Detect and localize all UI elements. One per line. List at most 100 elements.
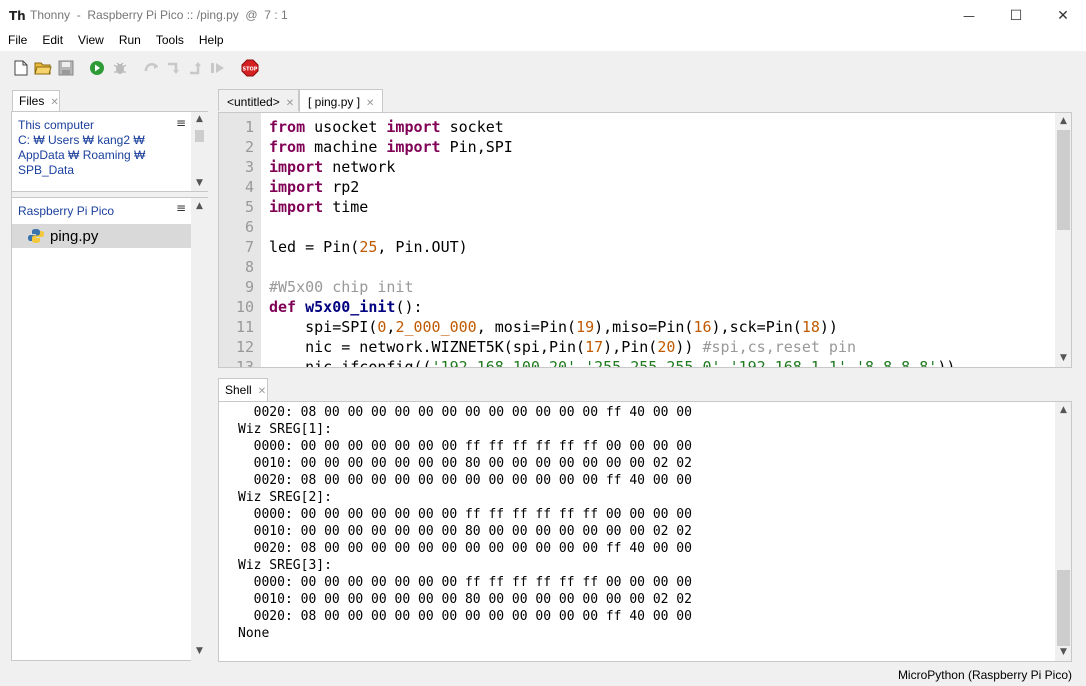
scroll-down-icon[interactable]: ▼ — [191, 178, 208, 188]
code-line[interactable]: def w5x00_init(): — [269, 298, 423, 316]
path-segment[interactable]: AppData ₩ Roaming ₩ — [18, 148, 145, 162]
code-token: led = Pin( — [269, 238, 360, 256]
close-icon[interactable]: ✕ — [50, 97, 58, 108]
code-token: ),sck=Pin( — [711, 318, 802, 336]
code-line[interactable]: import rp2 — [269, 178, 359, 196]
shell-line: 0020: 08 00 00 00 00 00 00 00 00 00 00 0… — [238, 541, 692, 556]
shell-line: Wiz SREG[1]: — [238, 422, 332, 437]
shell-line: 0010: 00 00 00 00 00 00 00 80 00 00 00 0… — [238, 524, 692, 539]
maximize-button[interactable]: ☐ — [993, 0, 1039, 31]
tab-untitled[interactable]: <untitled> ✕ — [218, 89, 299, 111]
tab-label: [ ping.py ] — [308, 95, 361, 109]
code-line[interactable]: from machine import Pin,SPI — [269, 138, 513, 156]
minimize-button[interactable]: — — [946, 0, 992, 31]
menu-edit[interactable]: Edit — [34, 31, 70, 51]
menu-help[interactable]: Help — [191, 31, 231, 51]
menu-file[interactable]: File — [0, 31, 34, 51]
code-token: import — [269, 158, 324, 176]
code-token: 19 — [576, 318, 595, 336]
file-row-ping[interactable]: ping.py — [12, 224, 191, 248]
code-line[interactable]: nic.ifconfig(('192.168.100.20','255.255.… — [269, 358, 956, 368]
stop-icon[interactable]: STOP — [241, 59, 259, 77]
shell-line: 0020: 08 00 00 00 00 00 00 00 00 00 00 0… — [238, 609, 692, 624]
window-title: Thonny - Raspberry Pi Pico :: /ping.py @… — [30, 8, 288, 22]
device-scrollbar[interactable]: ▲ ▼ — [191, 198, 208, 661]
computer-scrollbar[interactable]: ▲ ▼ — [191, 112, 208, 191]
code-token: from — [269, 118, 306, 136]
code-token: , — [847, 358, 857, 368]
code-token: from — [269, 138, 306, 156]
scroll-down-icon[interactable]: ▼ — [191, 646, 208, 656]
menu-tools[interactable]: Tools — [148, 31, 191, 51]
code-token: import — [386, 118, 441, 136]
step-out-icon[interactable] — [187, 59, 205, 77]
code-editor[interactable]: 1 2 3 4 5 6 7 8 9 10 11 12 13 from usocket import so… — [218, 112, 1072, 368]
this-computer-section: This computer ≡ C: ₩ Users ₩ kang2 ₩ App… — [12, 112, 190, 183]
code-line[interactable]: led = Pin(25, Pin.OUT) — [269, 238, 468, 256]
code-line[interactable]: nic = network.WIZNET5K(spi,Pin(17),Pin(2… — [269, 338, 856, 356]
close-button[interactable]: ✕ — [1040, 0, 1086, 31]
step-into-icon[interactable] — [165, 59, 183, 77]
pane-divider[interactable] — [12, 191, 208, 198]
step-over-icon[interactable] — [143, 59, 161, 77]
shell-scrollbar[interactable]: ▲ ▼ — [1055, 402, 1071, 661]
this-computer-title[interactable]: This computer — [18, 118, 94, 132]
scrollbar-thumb[interactable] — [1057, 570, 1070, 646]
menu-view[interactable]: View — [70, 31, 111, 51]
toolbar: STOP — [0, 52, 1086, 84]
scrollbar-thumb[interactable] — [1057, 130, 1070, 230]
code-token: socket — [440, 118, 504, 136]
svg-text:STOP: STOP — [243, 67, 258, 73]
tab-shell[interactable]: Shell ✕ — [218, 378, 268, 401]
tab-ping-py[interactable]: [ ping.py ] ✕ — [299, 89, 383, 112]
scroll-up-icon[interactable]: ▲ — [1055, 116, 1071, 126]
menu-bar: File Edit View Run Tools Help — [0, 31, 1086, 51]
code-token: spi=SPI( — [269, 318, 378, 336]
menu-icon[interactable]: ≡ — [176, 201, 186, 215]
close-icon[interactable]: ✕ — [366, 98, 374, 109]
code-token: 18 — [801, 318, 820, 336]
files-tab-label: Files — [19, 94, 45, 108]
scroll-up-icon[interactable]: ▲ — [191, 201, 208, 211]
menu-icon[interactable]: ≡ — [176, 116, 186, 130]
path-segment[interactable]: SPB_Data — [18, 163, 74, 177]
code-token: rp2 — [323, 178, 360, 196]
code-token: )) — [819, 318, 838, 336]
code-token: )) — [937, 358, 956, 368]
scroll-down-icon[interactable]: ▼ — [1055, 647, 1071, 657]
code-line[interactable]: from usocket import socket — [269, 118, 504, 136]
code-area[interactable]: from usocket import socket from machine i… — [219, 113, 1055, 368]
code-line[interactable]: import network — [269, 158, 395, 176]
scroll-up-icon[interactable]: ▲ — [1055, 405, 1071, 415]
device-section-title[interactable]: Raspberry Pi Pico — [18, 204, 114, 218]
tab-files[interactable]: Files ✕ — [12, 90, 60, 111]
code-line[interactable]: #W5x00 chip init — [269, 278, 414, 296]
debug-icon[interactable] — [111, 59, 129, 77]
code-token: 16 — [693, 318, 712, 336]
code-token: #spi,cs,reset pin — [702, 338, 857, 356]
scrollbar-thumb[interactable] — [195, 130, 204, 142]
shell-console[interactable]: 0020: 08 00 00 00 00 00 00 00 00 00 00 0… — [218, 401, 1072, 662]
code-token: 25 — [359, 238, 378, 256]
shell-line: Wiz SREG[3]: — [238, 558, 332, 573]
shell-output[interactable]: 0020: 08 00 00 00 00 00 00 00 00 00 00 0… — [219, 402, 1055, 661]
save-icon[interactable] — [57, 59, 75, 77]
scroll-down-icon[interactable]: ▼ — [1055, 353, 1071, 363]
menu-run[interactable]: Run — [111, 31, 148, 51]
code-line[interactable]: import time — [269, 198, 368, 216]
interpreter-selector[interactable]: MicroPython (Raspberry Pi Pico) — [898, 668, 1072, 682]
resume-icon[interactable] — [209, 59, 227, 77]
new-file-icon[interactable] — [12, 59, 30, 77]
close-icon[interactable]: ✕ — [258, 386, 266, 397]
code-token: time — [323, 198, 369, 216]
scroll-up-icon[interactable]: ▲ — [191, 114, 208, 124]
code-line[interactable]: spi=SPI(0,2_000_000, mosi=Pin(19),miso=P… — [269, 318, 838, 336]
close-icon[interactable]: ✕ — [286, 98, 294, 109]
code-token: machine — [305, 138, 387, 156]
shell-line: Wiz SREG[2]: — [238, 490, 332, 505]
path-segment[interactable]: C: ₩ Users ₩ kang2 ₩ — [18, 133, 145, 147]
open-file-icon[interactable] — [34, 59, 52, 77]
editor-scrollbar[interactable]: ▲ ▼ — [1055, 113, 1071, 367]
run-icon[interactable] — [88, 59, 106, 77]
